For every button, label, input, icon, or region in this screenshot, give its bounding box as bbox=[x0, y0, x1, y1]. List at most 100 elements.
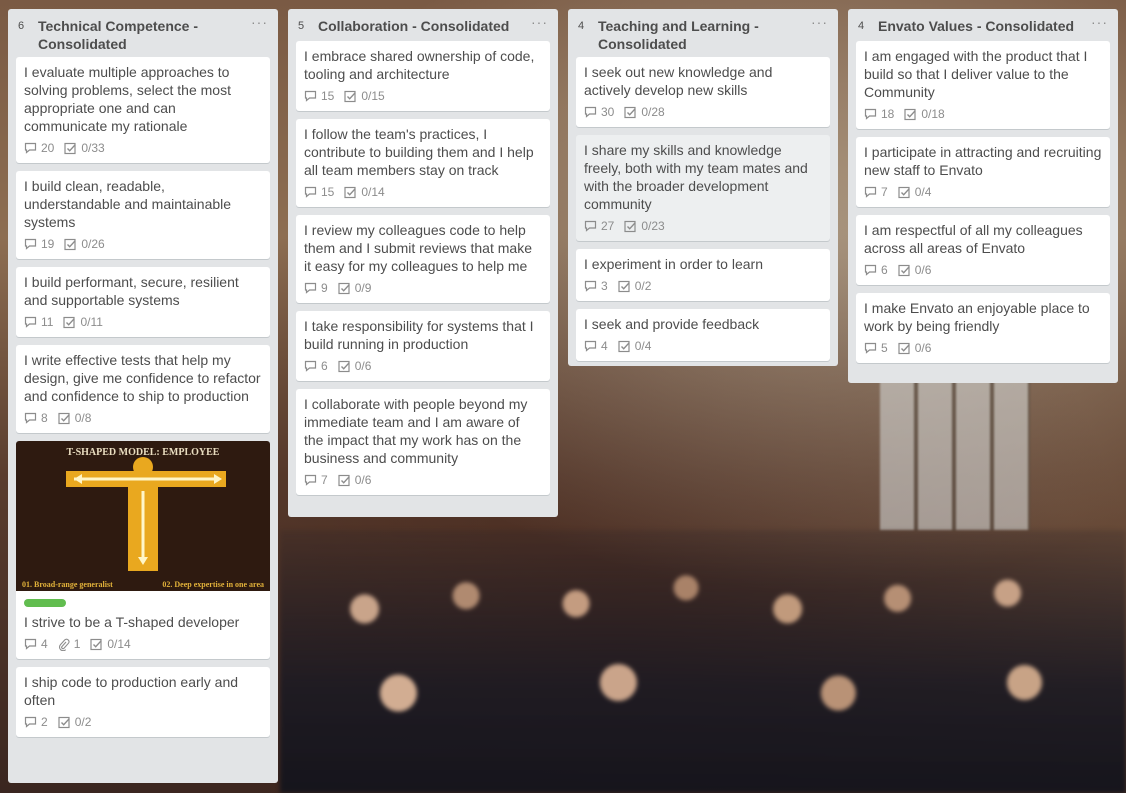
checklist-count: 0/28 bbox=[641, 105, 665, 119]
ellipsis-icon[interactable]: ··· bbox=[251, 14, 268, 30]
list-header[interactable]: 4 Teaching and Learning - Consolidated ·… bbox=[576, 9, 830, 57]
speech-bubble-icon bbox=[24, 412, 37, 424]
checklist-count: 0/6 bbox=[354, 359, 372, 373]
card-title: I make Envato an enjoyable place to work… bbox=[864, 300, 1090, 334]
card-cover-image: T-SHAPED MODEL: EMPLOYEE 01. Broad-range… bbox=[16, 441, 270, 591]
card-with-cover[interactable]: T-SHAPED MODEL: EMPLOYEE 01. Broad-range… bbox=[16, 441, 270, 659]
card[interactable]: I evaluate multiple approaches to solvin… bbox=[16, 57, 270, 163]
green-label[interactable] bbox=[24, 599, 66, 607]
card[interactable]: I take responsibility for systems that I… bbox=[296, 311, 550, 381]
list-header[interactable]: 5 Collaboration - Consolidated ··· bbox=[296, 9, 550, 41]
card-title: I write effective tests that help my des… bbox=[24, 352, 261, 404]
card-title: I participate in attracting and recruiti… bbox=[864, 144, 1102, 178]
card-badges: 6 0/6 bbox=[864, 261, 1102, 279]
comment-count: 4 bbox=[601, 339, 608, 353]
checkbox-icon bbox=[898, 342, 910, 354]
card[interactable]: I follow the team's practices, I contrib… bbox=[296, 119, 550, 207]
checklist-badge: 0/4 bbox=[618, 337, 652, 355]
card-badges: 4 1 0/14 bbox=[24, 635, 262, 653]
comment-badge: 30 bbox=[584, 103, 614, 121]
list-card-count: 4 bbox=[858, 20, 865, 32]
checklist-count: 0/11 bbox=[80, 315, 103, 329]
comment-badge: 11 bbox=[24, 313, 53, 331]
checkbox-icon bbox=[904, 108, 917, 120]
card[interactable]: I collaborate with people beyond my imme… bbox=[296, 389, 550, 495]
card[interactable]: I build clean, readable, understandable … bbox=[16, 171, 270, 259]
card[interactable]: I am respectful of all my colleagues acr… bbox=[856, 215, 1110, 285]
card[interactable]: I build performant, secure, resilient an… bbox=[16, 267, 270, 337]
list-title[interactable]: Collaboration - Consolidated bbox=[318, 17, 520, 35]
card[interactable]: I make Envato an enjoyable place to work… bbox=[856, 293, 1110, 363]
card[interactable]: I seek out new knowledge and actively de… bbox=[576, 57, 830, 127]
card-badges: 18 0/18 bbox=[864, 105, 1102, 123]
checkbox-icon bbox=[898, 264, 910, 276]
speech-bubble-icon bbox=[584, 280, 597, 292]
attachment-badge: 1 bbox=[58, 635, 80, 653]
list-collaboration: 5 Collaboration - Consolidated ··· I emb… bbox=[288, 9, 558, 517]
card[interactable]: I write effective tests that help my des… bbox=[16, 345, 270, 433]
checklist-count: 0/9 bbox=[354, 281, 372, 295]
checkbox-icon bbox=[898, 186, 910, 198]
list-header[interactable]: 4 Envato Values - Consolidated ··· bbox=[856, 9, 1110, 41]
card[interactable]: I seek and provide feedback 4 0/4 bbox=[576, 309, 830, 361]
checklist-badge: 0/14 bbox=[344, 183, 385, 201]
comment-badge: 3 bbox=[584, 277, 608, 295]
card[interactable]: I participate in attracting and recruiti… bbox=[856, 137, 1110, 207]
card-badges: 20 0/33 bbox=[24, 139, 262, 157]
checklist-badge: 0/6 bbox=[898, 339, 931, 357]
checklist-count: 0/4 bbox=[634, 339, 652, 353]
card-title: I review my colleagues code to help them… bbox=[304, 222, 532, 274]
card-badges: 15 0/14 bbox=[304, 183, 542, 201]
comment-badge: 6 bbox=[304, 357, 328, 375]
card-badges: 5 0/6 bbox=[864, 339, 1102, 357]
list-title[interactable]: Technical Competence - Consolidated bbox=[38, 17, 240, 53]
checkbox-icon bbox=[58, 412, 70, 424]
card-title: I collaborate with people beyond my imme… bbox=[304, 396, 528, 466]
list-header[interactable]: 6 Technical Competence - Consolidated ··… bbox=[16, 9, 270, 57]
card-title: I follow the team's practices, I contrib… bbox=[304, 126, 534, 178]
card[interactable]: I review my colleagues code to help them… bbox=[296, 215, 550, 303]
checklist-badge: 0/6 bbox=[898, 261, 932, 279]
speech-bubble-icon bbox=[304, 282, 317, 294]
cover-caption: 01. Broad-range generalist 02. Deep expe… bbox=[22, 580, 264, 589]
checklist-badge: 0/14 bbox=[90, 635, 131, 653]
comment-count: 30 bbox=[601, 105, 615, 119]
checkbox-icon bbox=[63, 316, 76, 328]
card[interactable]: I am engaged with the product that I bui… bbox=[856, 41, 1110, 129]
checklist-count: 0/6 bbox=[914, 263, 932, 277]
checklist-badge: 0/26 bbox=[64, 235, 105, 253]
card[interactable]: I ship code to production early and ofte… bbox=[16, 667, 270, 737]
speech-bubble-icon bbox=[304, 90, 317, 102]
checkbox-icon bbox=[64, 142, 77, 154]
speech-bubble-icon bbox=[24, 142, 37, 154]
comment-badge: 6 bbox=[864, 261, 888, 279]
ellipsis-icon[interactable]: ··· bbox=[531, 14, 548, 30]
comment-count: 20 bbox=[41, 141, 55, 155]
list-title[interactable]: Teaching and Learning - Consolidated bbox=[598, 17, 800, 53]
checkbox-icon bbox=[618, 280, 630, 292]
checklist-count: 0/14 bbox=[107, 637, 131, 651]
speech-bubble-icon bbox=[24, 716, 37, 728]
checklist-count: 0/4 bbox=[914, 185, 932, 199]
speech-bubble-icon bbox=[24, 238, 37, 250]
speech-bubble-icon bbox=[304, 360, 317, 372]
paperclip-icon bbox=[58, 638, 70, 651]
card-badges: 3 0/2 bbox=[584, 277, 822, 295]
list-title[interactable]: Envato Values - Consolidated bbox=[878, 17, 1080, 35]
background-window bbox=[880, 380, 1030, 530]
checklist-count: 0/14 bbox=[361, 185, 385, 199]
comment-badge: 4 bbox=[24, 635, 48, 653]
card-badges: 2 0/2 bbox=[24, 713, 262, 731]
card[interactable]: I experiment in order to learn 3 0/2 bbox=[576, 249, 830, 301]
card[interactable]: I embrace shared ownership of code, tool… bbox=[296, 41, 550, 111]
comment-count: 27 bbox=[601, 219, 615, 233]
checklist-count: 0/8 bbox=[74, 411, 92, 425]
comment-badge: 18 bbox=[864, 105, 894, 123]
card-badges: 7 0/4 bbox=[864, 183, 1102, 201]
card[interactable]: I share my skills and knowledge freely, … bbox=[576, 135, 830, 241]
comment-badge: 4 bbox=[584, 337, 608, 355]
ellipsis-icon[interactable]: ··· bbox=[1091, 14, 1108, 30]
ellipsis-icon[interactable]: ··· bbox=[811, 14, 828, 30]
comment-count: 19 bbox=[41, 237, 55, 251]
comment-count: 9 bbox=[321, 281, 328, 295]
